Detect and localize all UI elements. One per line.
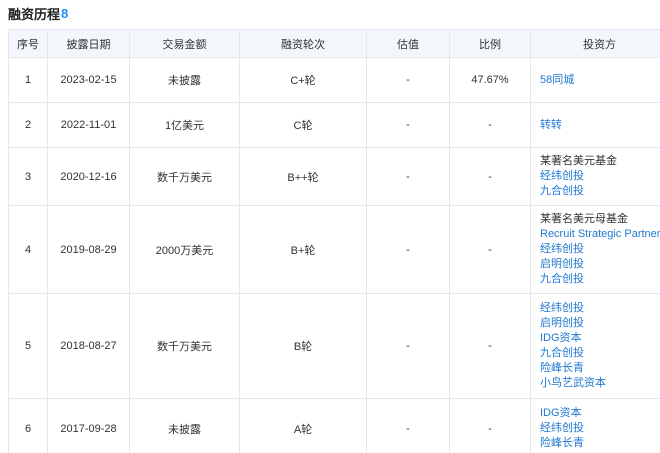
cell-round: C+轮 <box>239 57 367 103</box>
cell-index: 4 <box>8 205 48 294</box>
investor-link[interactable]: 经纬创投 <box>540 301 660 316</box>
cell-amount: 1亿美元 <box>129 102 240 148</box>
investor-link[interactable]: 转转 <box>540 118 660 133</box>
investor-link[interactable]: IDG资本 <box>540 406 660 421</box>
cell-investors: 58同城 <box>530 57 660 103</box>
cell-valuation: - <box>366 147 450 206</box>
investor-link[interactable]: 58同城 <box>540 73 660 88</box>
cell-valuation: - <box>366 102 450 148</box>
column-header-valuation: 估值 <box>366 29 450 58</box>
cell-amount: 未披露 <box>129 398 240 453</box>
section-header: 融资历程 8 <box>8 4 68 22</box>
table-row: 6 2017-09-28 未披露 A轮 - - IDG资本 经纬创投 险峰长青 <box>8 398 660 453</box>
section-count: 8 <box>61 5 69 21</box>
table-row: 3 2020-12-16 数千万美元 B++轮 - - 某著名美元基金 经纬创投 九合创投 <box>8 147 660 206</box>
cell-valuation: - <box>366 293 450 399</box>
cell-investors: 经纬创投 启明创投 IDG资本 九合创投 险峰长青 小鸟艺武资本 <box>530 293 660 399</box>
table-row: 4 2019-08-29 2000万美元 B+轮 - - 某著名美元母基金 Recruit S… <box>8 205 660 294</box>
cell-valuation: - <box>366 205 450 294</box>
cell-amount: 数千万美元 <box>129 293 240 399</box>
cell-ratio: - <box>449 293 531 399</box>
cell-index: 1 <box>8 57 48 103</box>
cell-investors: 转转 <box>530 102 660 148</box>
investor-link[interactable]: 经纬创投 <box>540 421 660 436</box>
investor-link[interactable]: IDG资本 <box>540 331 660 346</box>
cell-amount: 数千万美元 <box>129 147 240 206</box>
section-title: 融资历程 <box>8 6 61 22</box>
cell-amount: 未披露 <box>129 57 240 103</box>
cell-index: 3 <box>8 147 48 206</box>
cell-investors: 某著名美元母基金 Recruit Strategic Partners 经纬创投 启明… <box>530 205 660 294</box>
cell-ratio: - <box>449 102 531 148</box>
cell-date: 2022-11-01 <box>47 102 130 148</box>
investor-link[interactable]: Recruit Strategic Partners <box>540 227 660 242</box>
column-header-round: 融资轮次 <box>239 29 367 58</box>
cell-index: 6 <box>8 398 48 453</box>
investor-link[interactable]: 经纬创投 <box>540 169 660 184</box>
cell-date: 2023-02-15 <box>47 57 130 103</box>
cell-index: 2 <box>8 102 48 148</box>
cell-date: 2020-12-16 <box>47 147 130 206</box>
cell-ratio: - <box>449 147 531 206</box>
cell-ratio: 47.67% <box>449 57 531 103</box>
column-header-date: 披露日期 <box>47 29 130 58</box>
cell-date: 2019-08-29 <box>47 205 130 294</box>
cell-round: C轮 <box>239 102 367 148</box>
table-row: 5 2018-08-27 数千万美元 B轮 - - 经纬创投 启明创投 IDG资本 九合创投 险峰长… <box>8 293 660 399</box>
cell-round: B++轮 <box>239 147 367 206</box>
financing-table-container: 序号 披露日期 交易金额 融资轮次 估值 比例 投资方 1 2023-02-15 未… <box>8 29 660 453</box>
table-row: 2 2022-11-01 1亿美元 C轮 - - 转转 <box>8 102 660 148</box>
investor-link[interactable]: 启明创投 <box>540 316 660 331</box>
table-body: 1 2023-02-15 未披露 C+轮 -47.67% 58同城 2 2022-11-01 1… <box>8 57 660 453</box>
investor-link[interactable]: 经纬创投 <box>540 242 660 257</box>
cell-amount: 2000万美元 <box>129 205 240 294</box>
cell-valuation: - <box>366 398 450 453</box>
investor-link[interactable]: 险峰长青 <box>540 361 660 376</box>
cell-round: A轮 <box>239 398 367 453</box>
cell-ratio: - <box>449 205 531 294</box>
investor-link[interactable]: 九合创投 <box>540 346 660 361</box>
investor-link[interactable]: 九合创投 <box>540 184 660 199</box>
cell-date: 2017-09-28 <box>47 398 130 453</box>
cell-round: B轮 <box>239 293 367 399</box>
cell-index: 5 <box>8 293 48 399</box>
table-header-row: 序号 披露日期 交易金额 融资轮次 估值 比例 投资方 <box>8 29 660 58</box>
table-row: 1 2023-02-15 未披露 C+轮 -47.67% 58同城 <box>8 57 660 103</box>
column-header-investors: 投资方 <box>530 29 660 58</box>
investor-link[interactable]: 险峰长青 <box>540 436 660 451</box>
financing-table: 序号 披露日期 交易金额 融资轮次 估值 比例 投资方 1 2023-02-15 未… <box>8 29 660 453</box>
column-header-amount: 交易金额 <box>129 29 240 58</box>
cell-valuation: - <box>366 57 450 103</box>
investor-name: 某著名美元母基金 <box>540 213 628 225</box>
investor-link[interactable]: 启明创投 <box>540 257 660 272</box>
cell-investors: 某著名美元基金经纬创投 九合创投 <box>530 147 660 206</box>
cell-round: B+轮 <box>239 205 367 294</box>
cell-investors: IDG资本 经纬创投 险峰长青 <box>530 398 660 453</box>
column-header-index: 序号 <box>8 29 48 58</box>
investor-link[interactable]: 小鸟艺武资本 <box>540 376 660 391</box>
cell-date: 2018-08-27 <box>47 293 130 399</box>
column-header-ratio: 比例 <box>449 29 531 58</box>
investor-link[interactable]: 九合创投 <box>540 272 660 287</box>
cell-ratio: - <box>449 398 531 453</box>
investor-name: 某著名美元基金 <box>540 155 617 167</box>
